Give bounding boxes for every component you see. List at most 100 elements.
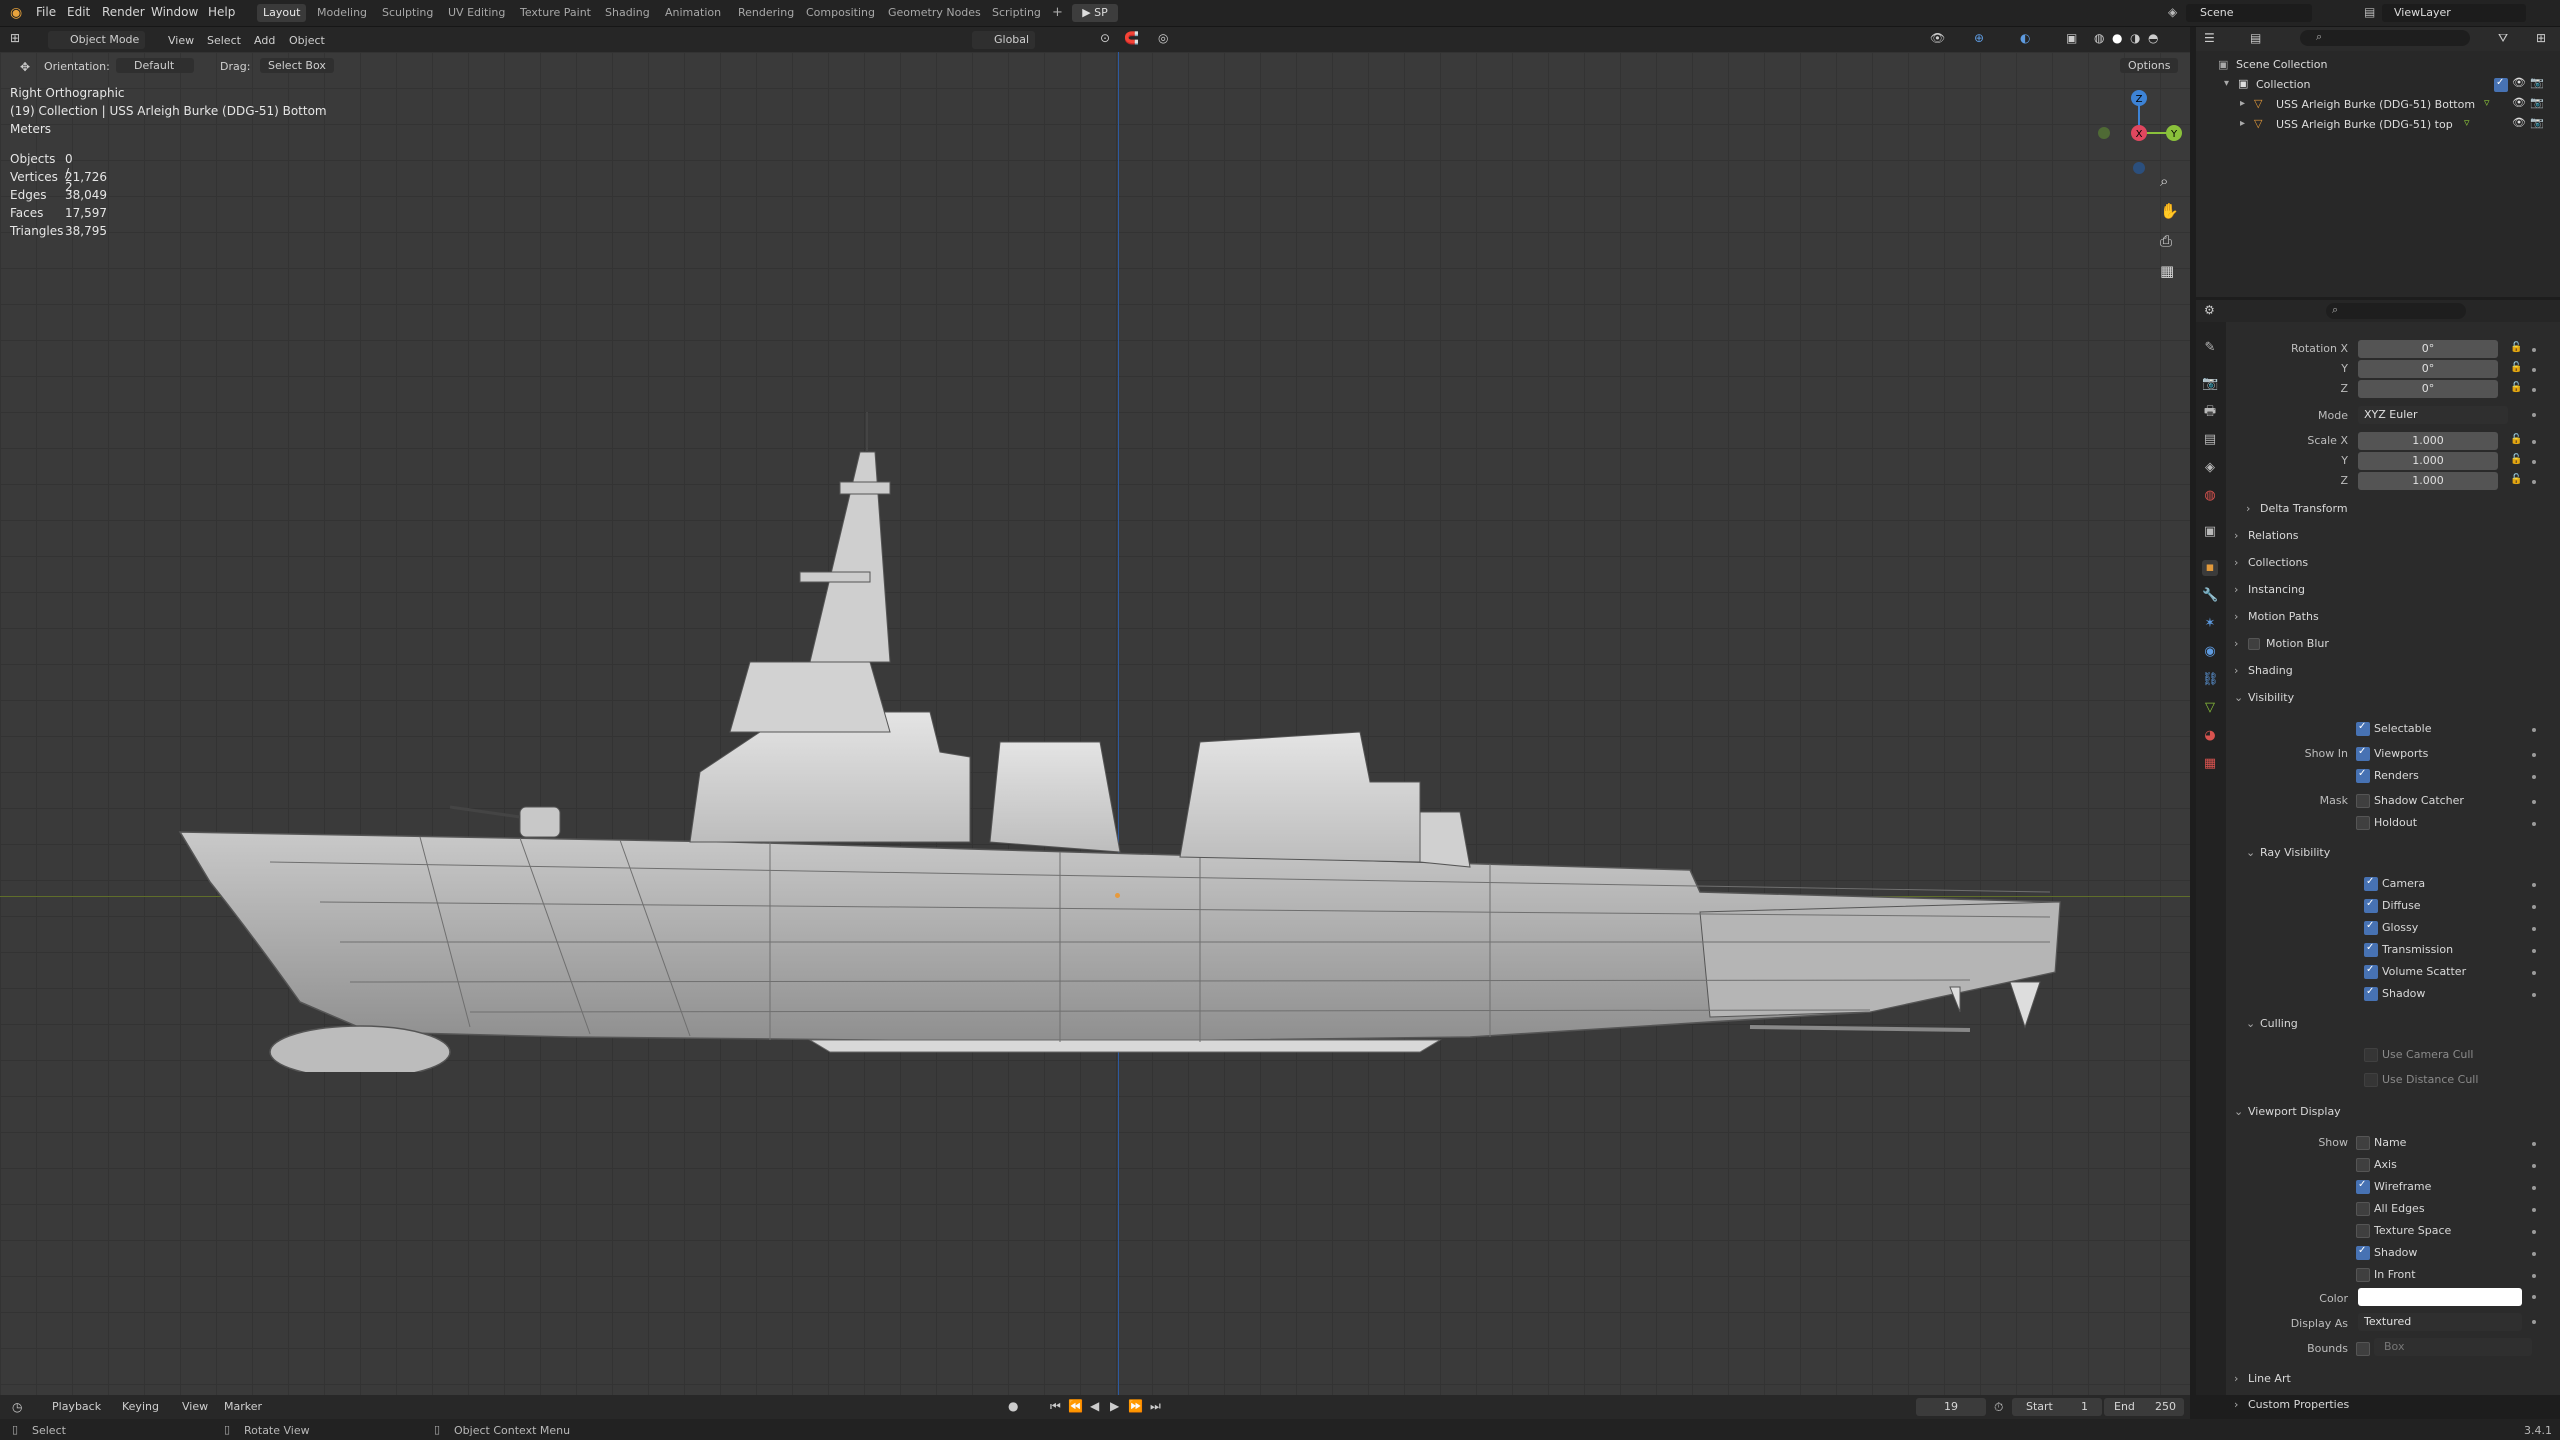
keyframe-dot[interactable] xyxy=(2532,883,2536,887)
texture-tab-icon[interactable]: ▦ xyxy=(2202,756,2218,772)
menu-object[interactable]: Object xyxy=(289,34,325,47)
scale-z-field[interactable]: 1.000 xyxy=(2358,472,2498,490)
eye-icon[interactable]: 👁 xyxy=(2512,116,2526,129)
add-workspace-icon[interactable]: + xyxy=(1052,5,1063,20)
view-layer-tab-icon[interactable]: ▤ xyxy=(2202,432,2218,448)
menu-file[interactable]: File xyxy=(36,5,56,19)
jump-start-icon[interactable]: ⏮ xyxy=(1050,1399,1061,1414)
display-as-select[interactable]: Textured xyxy=(2358,1313,2522,1331)
tab-compositing[interactable]: Compositing xyxy=(800,4,881,22)
ray-shadow-checkbox[interactable] xyxy=(2364,986,2378,1001)
bounds-checkbox[interactable] xyxy=(2356,1342,2370,1356)
bounds-type-select[interactable]: Box xyxy=(2374,1338,2532,1356)
tab-animation[interactable]: Animation xyxy=(659,4,727,22)
tab-layout[interactable]: Layout xyxy=(257,4,307,22)
keyframe-dot[interactable] xyxy=(2532,728,2536,732)
show-wireframe-checkbox[interactable] xyxy=(2356,1179,2370,1194)
menu-view[interactable]: View xyxy=(168,34,194,47)
shadow-catcher-checkbox[interactable] xyxy=(2356,794,2370,808)
tab-scripting[interactable]: Scripting xyxy=(986,4,1047,22)
keyframe-dot[interactable] xyxy=(2532,775,2536,779)
ray-camera-checkbox[interactable] xyxy=(2364,876,2378,891)
tab-sculpting[interactable]: Sculpting xyxy=(376,4,439,22)
object-tab-icon[interactable]: ▪ xyxy=(2202,560,2218,576)
section-instancing[interactable]: › Instancing xyxy=(2234,578,2552,602)
new-collection-icon[interactable]: ⊞ xyxy=(2536,31,2546,45)
display-mode-icon[interactable]: ▤ xyxy=(2250,31,2261,45)
start-frame-field[interactable]: Start 1 xyxy=(2012,1398,2102,1416)
ray-glossy-checkbox[interactable] xyxy=(2364,920,2378,935)
scene-tab-icon[interactable]: ◈ xyxy=(2202,460,2218,476)
section-custom-properties[interactable]: › Custom Properties xyxy=(2234,1394,2552,1416)
keyframe-dot[interactable] xyxy=(2532,905,2536,909)
holdout-checkbox[interactable] xyxy=(2356,816,2370,830)
use-camera-cull-checkbox[interactable] xyxy=(2364,1048,2378,1062)
gizmo-toggle-icon[interactable]: ⊕ xyxy=(1974,31,1984,45)
keyframe-dot[interactable] xyxy=(2532,368,2536,372)
data-tab-icon[interactable]: ▽ xyxy=(2202,700,2218,716)
material-tab-icon[interactable]: ◕ xyxy=(2202,728,2218,744)
keyframe-dot[interactable] xyxy=(2532,800,2536,804)
lock-icon[interactable]: 🔓 xyxy=(2510,474,2522,485)
lock-icon[interactable]: 🔓 xyxy=(2510,342,2522,353)
prev-keyframe-icon[interactable]: ⏪ xyxy=(1068,1399,1083,1413)
collection-exclude-checkbox[interactable] xyxy=(2494,77,2508,92)
tab-uv-editing[interactable]: UV Editing xyxy=(442,4,511,22)
keyframe-dot[interactable] xyxy=(2532,971,2536,975)
wireframe-shading-icon[interactable]: ◍ xyxy=(2094,31,2104,45)
show-in-renders-checkbox[interactable] xyxy=(2356,768,2370,783)
scale-x-field[interactable]: 1.000 xyxy=(2358,432,2498,450)
zoom-icon[interactable]: ⌕ xyxy=(2160,172,2168,190)
lock-icon[interactable]: 🔓 xyxy=(2510,454,2522,465)
tab-modeling[interactable]: Modeling xyxy=(311,4,373,22)
show-axis-checkbox[interactable] xyxy=(2356,1158,2370,1172)
3d-viewport[interactable]: Right Orthographic (19) Collection | USS… xyxy=(0,52,2190,1395)
eye-icon[interactable]: 👁 xyxy=(2512,96,2526,109)
camera-view-icon[interactable]: ⎙ xyxy=(2160,232,2172,250)
menu-help[interactable]: Help xyxy=(208,5,235,19)
use-distance-cull-checkbox[interactable] xyxy=(2364,1073,2378,1087)
tab-rendering[interactable]: Rendering xyxy=(732,4,800,22)
play-reverse-icon[interactable]: ◀ xyxy=(1090,1399,1099,1413)
visibility-icon[interactable]: 👁 xyxy=(1930,31,1945,45)
section-line-art[interactable]: › Line Art xyxy=(2234,1367,2552,1391)
show-in-viewports-checkbox[interactable] xyxy=(2356,746,2370,761)
ray-volume-scatter-checkbox[interactable] xyxy=(2364,964,2378,979)
keyframe-dot[interactable] xyxy=(2532,1230,2536,1234)
menu-edit[interactable]: Edit xyxy=(67,5,90,19)
auto-keying-icon[interactable]: ● xyxy=(1008,1399,1018,1413)
section-culling[interactable]: ⌄ Culling xyxy=(2234,1012,2552,1036)
particles-tab-icon[interactable]: ✶ xyxy=(2202,616,2218,632)
section-relations[interactable]: › Relations xyxy=(2234,524,2552,548)
section-motion-blur[interactable]: › Motion Blur xyxy=(2234,632,2552,656)
show-all-edges-checkbox[interactable] xyxy=(2356,1202,2370,1216)
pan-hand-icon[interactable]: ✋ xyxy=(2160,202,2179,220)
blender-logo-icon[interactable]: ◉ xyxy=(10,5,26,21)
camera-icon[interactable]: 📷 xyxy=(2530,76,2544,89)
show-in-front-checkbox[interactable] xyxy=(2356,1268,2370,1282)
keyframe-dot[interactable] xyxy=(2532,1295,2536,1299)
lock-icon[interactable]: 🔓 xyxy=(2510,382,2522,393)
motion-blur-checkbox[interactable] xyxy=(2248,638,2260,650)
keyframe-dot[interactable] xyxy=(2532,480,2536,484)
keyframe-dot[interactable] xyxy=(2532,822,2536,826)
object-expand-icon[interactable]: ▸ xyxy=(2240,98,2245,109)
keyframe-dot[interactable] xyxy=(2532,993,2536,997)
show-shadow-checkbox[interactable] xyxy=(2356,1245,2370,1260)
scene-collection-label[interactable]: Scene Collection xyxy=(2236,58,2327,71)
camera-icon[interactable]: 📷 xyxy=(2530,116,2544,129)
menu-window[interactable]: Window xyxy=(151,5,198,19)
viewport-color-swatch[interactable] xyxy=(2358,1288,2522,1306)
options-button[interactable]: Options xyxy=(2120,58,2179,73)
keyframe-dot[interactable] xyxy=(2532,1320,2536,1324)
outliner-object-top[interactable]: USS Arleigh Burke (DDG-51) top xyxy=(2276,118,2453,131)
xray-icon[interactable]: ▣ xyxy=(2066,31,2077,45)
navigation-gizmo[interactable]: Z Y X xyxy=(2094,88,2184,178)
tab-geometry-nodes[interactable]: Geometry Nodes xyxy=(882,4,987,22)
menu-playback[interactable]: Playback xyxy=(52,1400,101,1413)
menu-marker[interactable]: Marker xyxy=(224,1400,262,1413)
play-icon[interactable]: ▶ xyxy=(1110,1399,1119,1413)
current-frame-field[interactable]: 19 xyxy=(1916,1398,1986,1416)
output-tab-icon[interactable]: 🖶 xyxy=(2202,404,2218,420)
menu-keying[interactable]: Keying xyxy=(122,1400,159,1413)
